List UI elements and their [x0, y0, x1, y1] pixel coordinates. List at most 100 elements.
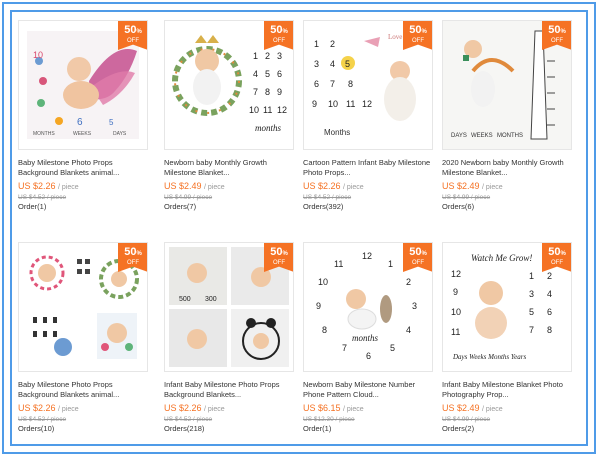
svg-text:1: 1: [253, 51, 258, 61]
svg-text:4: 4: [406, 325, 411, 335]
product-card[interactable]: Watch Me Grow! 12 34 56 78 9 10 11 12 Days…: [442, 242, 574, 434]
product-price: US $2.49 / piece: [442, 403, 503, 413]
product-card[interactable]: 12 34 678 9 10 11 12 5 Love Months 50% OFF …: [303, 20, 435, 212]
svg-text:5: 5: [265, 69, 270, 79]
product-image[interactable]: 50% OFF: [18, 242, 148, 372]
original-price: US $4.52 / piece: [18, 416, 67, 423]
order-count: Order(1): [303, 424, 332, 433]
product-image[interactable]: 500 300 50% OFF: [164, 242, 294, 372]
svg-text:6: 6: [547, 307, 552, 317]
svg-text:7: 7: [529, 325, 534, 335]
product-image[interactable]: 12 34 678 9 10 11 12 5 Love Months 50% OFF: [303, 20, 433, 150]
svg-text:3: 3: [277, 51, 282, 61]
svg-text:7: 7: [342, 343, 347, 353]
product-card[interactable]: 123 456 789 10 11 12 months 50% OFF Newbor…: [164, 20, 296, 212]
order-count: Order(1): [18, 202, 47, 211]
product-card[interactable]: 10 5 6 MONTHS WEEKS DAYS 50% OFF Baby Mi…: [18, 20, 150, 212]
svg-text:8: 8: [547, 325, 552, 335]
product-title[interactable]: Infant Baby Milestone Photo Props Backgr…: [164, 380, 296, 400]
product-image[interactable]: Watch Me Grow! 12 34 56 78 9 10 11 12 Days…: [442, 242, 572, 372]
svg-text:2: 2: [265, 51, 270, 61]
original-price: US $12.30 / piece: [303, 416, 355, 423]
order-count: Orders(10): [18, 424, 55, 433]
svg-text:9: 9: [277, 87, 282, 97]
product-image[interactable]: 10 5 6 MONTHS WEEKS DAYS 50% OFF: [18, 20, 148, 150]
product-card[interactable]: 12 1 2 3 4 5 6 7 8 9 10 11 months 50% OF…: [303, 242, 435, 434]
product-card[interactable]: DAYS WEEKS MONTHS 50% OFF 2020 Newborn b…: [442, 20, 574, 212]
svg-text:6: 6: [77, 117, 83, 128]
svg-text:5: 5: [529, 307, 534, 317]
months-image-label: MONTHS: [497, 133, 523, 139]
product-price: US $2.26 / piece: [164, 403, 225, 413]
svg-text:5: 5: [109, 118, 114, 127]
svg-text:300: 300: [205, 296, 217, 303]
svg-text:5: 5: [345, 59, 350, 69]
svg-text:9: 9: [316, 301, 321, 311]
months-image-label: MONTHS: [33, 131, 55, 137]
svg-text:8: 8: [348, 79, 353, 89]
days-image-label: DAYS: [113, 131, 127, 137]
svg-text:12: 12: [277, 105, 287, 115]
svg-text:10: 10: [249, 105, 259, 115]
love-image-label: Love: [388, 33, 402, 41]
svg-text:8: 8: [322, 325, 327, 335]
svg-text:1: 1: [388, 259, 393, 269]
product-image[interactable]: 12 1 2 3 4 5 6 7 8 9 10 11 months 50% OF…: [303, 242, 433, 372]
product-card[interactable]: 50% OFF Baby Milestone Photo Props Backg…: [18, 242, 150, 434]
product-price: US $2.26 / piece: [18, 181, 79, 191]
product-title[interactable]: 2020 Newborn baby Monthly Growth Milesto…: [442, 158, 574, 178]
svg-text:10: 10: [451, 307, 461, 317]
product-price: US $6.15 / piece: [303, 403, 364, 413]
svg-text:3: 3: [529, 289, 534, 299]
svg-text:11: 11: [334, 259, 343, 269]
product-price: US $2.49 / piece: [442, 181, 503, 191]
months-image-label: months: [352, 333, 379, 343]
order-count: Orders(392): [303, 202, 344, 211]
weeks-image-label: WEEKS: [471, 133, 493, 139]
product-price: US $2.26 / piece: [303, 181, 364, 191]
svg-text:4: 4: [330, 59, 335, 69]
svg-text:11: 11: [451, 327, 460, 337]
svg-text:2: 2: [547, 271, 552, 281]
original-price: US $4.52 / piece: [18, 194, 67, 201]
days-image-label: DAYS: [451, 133, 467, 139]
weeks-image-label: WEEKS: [73, 131, 92, 137]
svg-text:11: 11: [346, 99, 355, 109]
product-image[interactable]: DAYS WEEKS MONTHS 50% OFF: [442, 20, 572, 150]
order-count: Orders(218): [164, 424, 205, 433]
watch-me-grow-label: Watch Me Grow!: [471, 253, 532, 263]
product-title[interactable]: Baby Milestone Photo Props Background Bl…: [18, 380, 150, 400]
svg-text:500: 500: [179, 296, 191, 303]
product-title[interactable]: Newborn baby Monthly Growth Milestone Bl…: [164, 158, 296, 178]
svg-text:12: 12: [362, 251, 372, 261]
svg-text:4: 4: [253, 69, 258, 79]
order-count: Orders(2): [442, 424, 475, 433]
product-title[interactable]: Baby Milestone Photo Props Background Bl…: [18, 158, 150, 178]
svg-text:12: 12: [362, 99, 372, 109]
svg-text:6: 6: [277, 69, 282, 79]
svg-text:6: 6: [314, 79, 319, 89]
original-price: US $4.52 / piece: [303, 194, 352, 201]
svg-text:11: 11: [263, 105, 272, 115]
product-title[interactable]: Cartoon Pattern Infant Baby Milestone Ph…: [303, 158, 435, 178]
order-count: Orders(7): [164, 202, 197, 211]
svg-text:6: 6: [366, 351, 371, 361]
order-count: Orders(6): [442, 202, 475, 211]
svg-text:2: 2: [406, 277, 411, 287]
product-price: US $2.49 / piece: [164, 181, 225, 191]
svg-text:5: 5: [390, 343, 395, 353]
svg-text:12: 12: [451, 269, 461, 279]
days-weeks-months-years-label: Days Weeks Months Years: [452, 353, 526, 361]
svg-text:3: 3: [314, 59, 319, 69]
svg-text:7: 7: [253, 87, 258, 97]
product-title[interactable]: Newborn Baby Milestone Number Phone Patt…: [303, 380, 435, 400]
svg-text:9: 9: [453, 287, 458, 297]
product-image[interactable]: 123 456 789 10 11 12 months 50% OFF: [164, 20, 294, 150]
svg-text:7: 7: [330, 79, 335, 89]
svg-text:3: 3: [412, 301, 417, 311]
product-title[interactable]: Infant Baby Milestone Blanket Photo Phot…: [442, 380, 574, 400]
svg-text:10: 10: [33, 50, 43, 60]
months-image-label: Months: [324, 128, 350, 137]
product-card[interactable]: 500 300 50% OFF Infant Baby Milestone Pho…: [164, 242, 296, 434]
svg-text:1: 1: [314, 39, 319, 49]
